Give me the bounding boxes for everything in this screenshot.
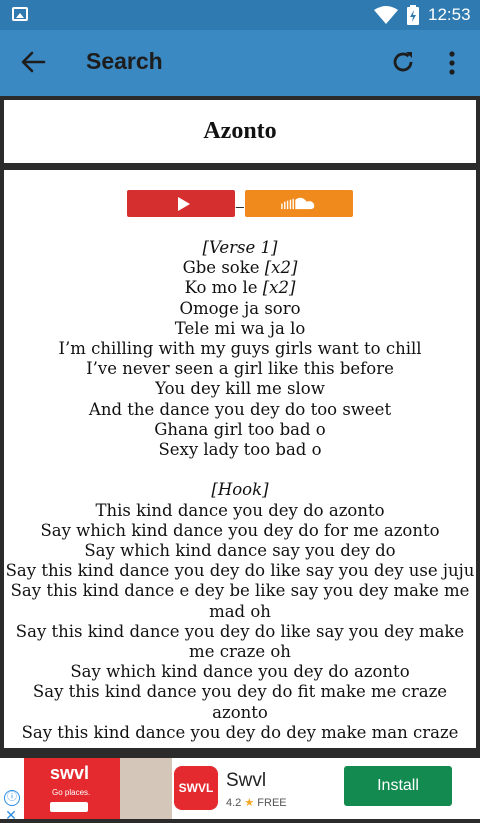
ad-banner[interactable]: ⓘ ✕ swvl Go places. SWVL Swvl 4.2 ★ FREE…: [0, 748, 480, 822]
button-separator: _: [236, 192, 244, 208]
soundcloud-button[interactable]: [245, 190, 353, 217]
lyric-line: Say this kind dance e dey be like say yo…: [10, 581, 470, 621]
app-bar: Search: [0, 30, 480, 96]
ad-banner-image[interactable]: swvl Go places.: [24, 758, 120, 819]
lyric-line: Say which kind dance you dey do for me a…: [40, 520, 440, 540]
refresh-icon[interactable]: [390, 49, 416, 75]
lyric-line: [Verse 1]: [202, 238, 278, 257]
app-logo[interactable]: SWVL: [174, 766, 218, 810]
lyric-line: This kind dance you dey do azonto: [95, 500, 385, 520]
app-name: Swvl: [226, 770, 267, 791]
lyric-line: I’m chilling with my guys girls want to …: [58, 339, 422, 359]
clock: 12:53: [428, 5, 471, 24]
status-bar: 12:53: [0, 0, 480, 30]
lyric-gap: [4, 460, 476, 480]
lyrics-card[interactable]: _ [Verse 1] Gbe soke [x2] Ko mo le [x2] Omo…: [4, 170, 476, 760]
lyric-line: Omoge ja soro: [179, 298, 301, 318]
lyric-line: I’ve never seen a girl like this before: [86, 359, 394, 379]
lyric-line-part: [x2]: [264, 258, 298, 278]
ad-banner-logo: swvl: [50, 763, 90, 783]
song-title: Azonto: [203, 118, 277, 144]
lyric-line: You dey kill me slow: [155, 379, 325, 399]
lyric-line-part: Gbe soke: [182, 258, 265, 278]
lyric-line: Tele mi wa ja lo: [174, 318, 306, 338]
wifi-icon: [374, 6, 398, 24]
page-title: Search: [86, 48, 163, 74]
song-title-card: Azonto: [4, 100, 476, 163]
rating-value: 4.2: [226, 797, 242, 809]
lyric-line: [Hook]: [211, 480, 269, 500]
lyric-line: Say this kind dance you dey do like say …: [5, 561, 475, 581]
lyric-line: Say which kind dance you dey do azonto: [70, 662, 410, 682]
price-label: FREE: [257, 797, 287, 809]
ad-banner-tagline: Go places.: [52, 788, 91, 797]
battery-charging-icon: [407, 5, 419, 25]
lyric-line: Say this kind dance you dey do dey make …: [21, 722, 459, 742]
lyric-line: And the dance you dey do too sweet: [88, 399, 392, 419]
ad-photo[interactable]: [120, 758, 172, 819]
lyric-line: Say which kind dance say you dey do: [84, 541, 396, 561]
ad-info-icon[interactable]: ⓘ: [4, 790, 20, 806]
soundcloud-icon: [281, 197, 315, 210]
lyric-line: Gbe soke [x2]: [4, 258, 476, 278]
install-button[interactable]: Install: [344, 766, 452, 806]
lyric-line: Ko mo le [x2]: [4, 278, 476, 298]
content-area[interactable]: Azonto _ [Verse 1] Gbe soke [x2] Ko mo le …: [0, 96, 480, 760]
lyric-line: Ghana girl too bad o: [154, 419, 326, 439]
youtube-play-button[interactable]: [127, 190, 235, 217]
image-notification-icon: [12, 7, 28, 21]
ad-close-icon[interactable]: ✕: [4, 808, 18, 822]
lyric-line: Sexy lady too bad o: [158, 440, 322, 460]
lyrics-text: [Verse 1] Gbe soke [x2] Ko mo le [x2] Omoge…: [4, 238, 476, 743]
lyric-line-part: Ko mo le: [184, 278, 263, 298]
lyric-line-part: [x2]: [262, 278, 296, 298]
lyric-line: Say this kind dance you dey do like say …: [15, 621, 465, 662]
lyric-line: Say this kind dance you dey do fit make …: [32, 682, 448, 722]
star-icon: ★: [244, 797, 255, 809]
app-rating: 4.2 ★ FREE: [226, 796, 287, 809]
bus-icon: [50, 802, 88, 812]
back-arrow-icon[interactable]: [20, 49, 46, 75]
more-options-icon[interactable]: [444, 49, 460, 77]
